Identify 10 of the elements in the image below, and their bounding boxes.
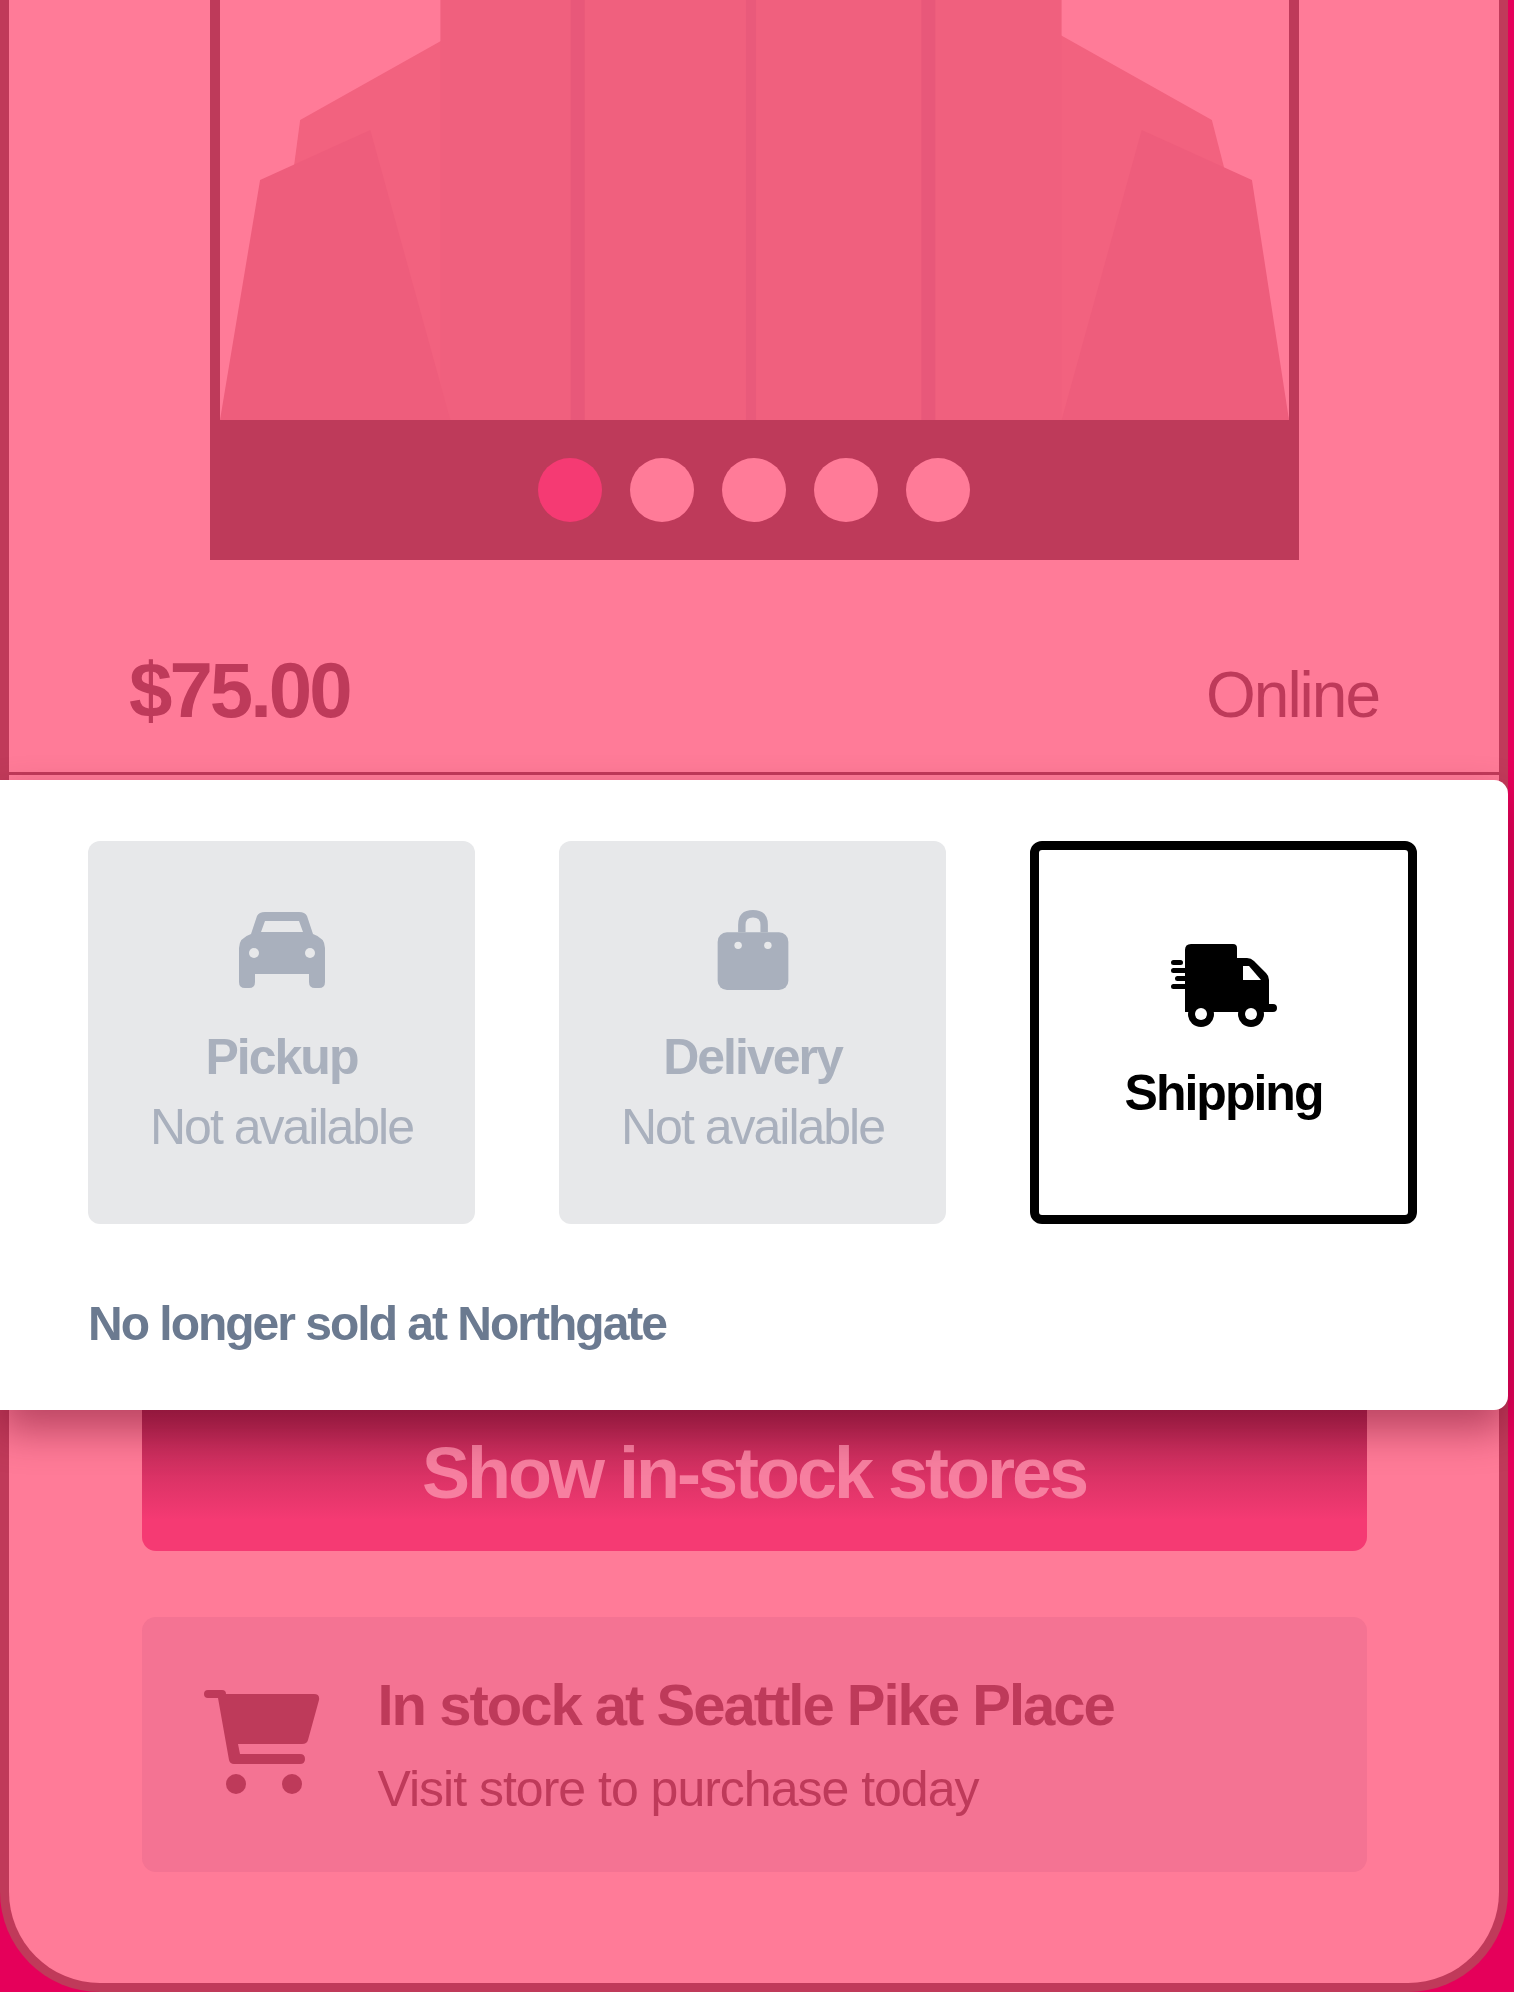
price: $75.00 [129,645,350,736]
store-title: In stock at Seattle Pike Place [377,1671,1114,1738]
store-subtitle: Visit store to purchase today [377,1760,980,1818]
availability-note: No longer sold at Northgate [88,1296,666,1351]
availability-label: Online [1206,658,1379,732]
fulfillment-option[interactable]: Shipping [1030,841,1417,1224]
truck-icon [1170,943,1277,1028]
fulfillment-option[interactable]: Delivery Not available [559,841,946,1224]
fulfillment-option[interactable]: Pickup Not available [88,841,475,1224]
car-icon [238,909,325,990]
